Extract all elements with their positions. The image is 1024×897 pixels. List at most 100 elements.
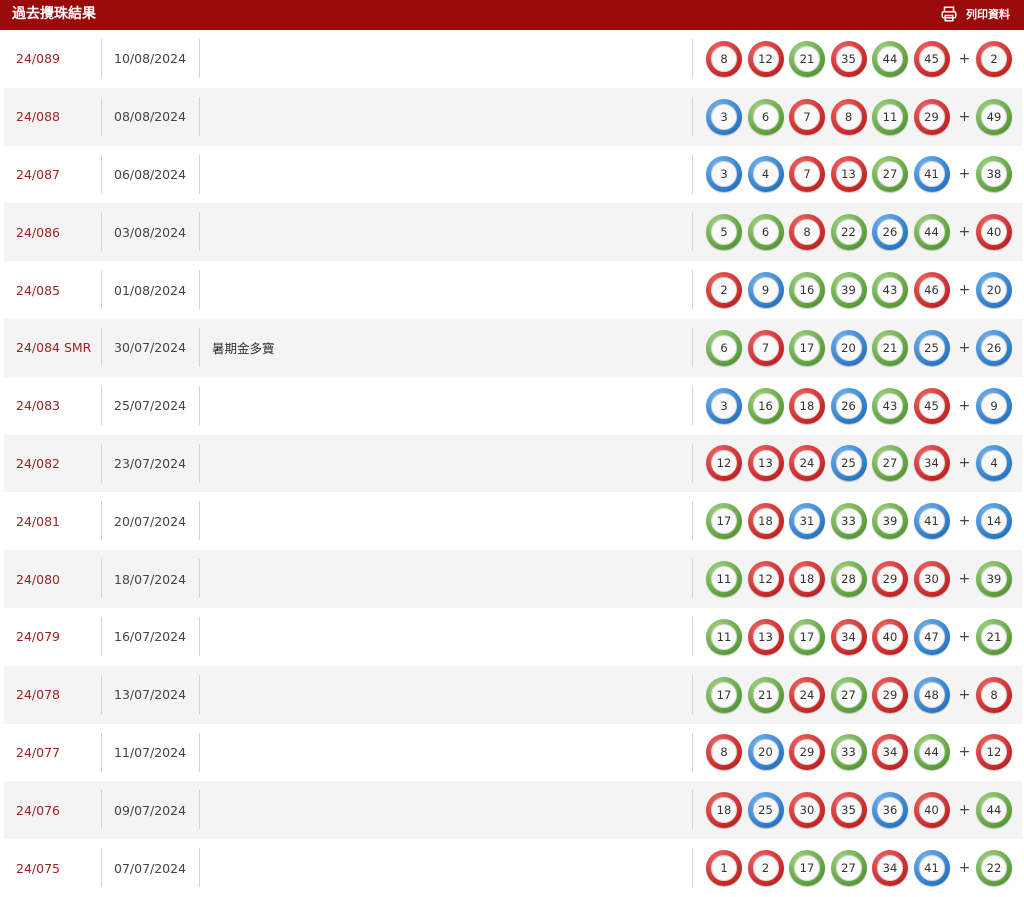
ball-number: 30: [799, 803, 815, 818]
column-divider: [199, 674, 200, 714]
ball-number: 12: [758, 51, 773, 66]
draw-number-link[interactable]: 24/075: [16, 839, 60, 897]
column-divider: [692, 616, 693, 656]
number-ball: 27: [830, 850, 867, 887]
ball-number: 29: [882, 687, 898, 702]
number-ball: 2: [747, 850, 784, 887]
draw-number-link[interactable]: 24/080: [16, 550, 60, 608]
result-row: 24/075 07/07/2024 1 2 17 27 34 41 +22: [4, 839, 1022, 897]
ball-number: 43: [882, 283, 898, 298]
draw-number-link[interactable]: 24/084 SMR: [16, 319, 91, 377]
ball-number: 27: [841, 861, 856, 876]
plus-sign: +: [958, 108, 971, 125]
column-divider: [101, 212, 102, 252]
number-ball: 45: [913, 387, 950, 424]
ball-number: 25: [841, 456, 856, 471]
number-ball: 16: [747, 387, 784, 424]
ball-number: 11: [716, 572, 732, 587]
number-ball: 21: [747, 676, 784, 713]
ball-number: 8: [803, 225, 811, 240]
number-ball: 25: [913, 329, 950, 366]
draw-number-link[interactable]: 24/077: [16, 724, 60, 782]
draw-number-link[interactable]: 24/082: [16, 435, 60, 493]
ball-number: 43: [882, 398, 898, 413]
number-ball: 17: [789, 618, 825, 655]
ball-number: 7: [761, 340, 770, 355]
draw-number-link[interactable]: 24/086: [16, 203, 60, 261]
winning-numbers: 3 16 18 26 43 45 +9: [706, 377, 1018, 435]
draw-number-link[interactable]: 24/079: [16, 608, 60, 666]
result-row: 24/085 01/08/2024 2 9 16 39 43 46 +20: [4, 261, 1022, 319]
ball-number: 17: [799, 629, 815, 644]
draw-date: 11/07/2024: [114, 744, 187, 760]
draw-number-link[interactable]: 24/078: [16, 666, 60, 724]
number-ball: 29: [872, 676, 908, 713]
ball-number: 40: [882, 629, 898, 644]
ball-number: 20: [986, 283, 1002, 298]
result-row: 24/078 13/07/2024 17 21 24 27 29 48 +8: [4, 665, 1022, 724]
column-divider: [692, 848, 693, 888]
ball-number: 27: [882, 167, 898, 182]
ball-number: 13: [758, 456, 773, 471]
number-ball: 28: [830, 561, 867, 598]
draw-date: 06/08/2024: [114, 166, 187, 182]
number-ball: 40: [872, 618, 908, 655]
column-divider: [199, 385, 200, 425]
ball-number: 34: [882, 745, 898, 760]
number-ball: 7: [789, 156, 825, 193]
number-ball: 34: [913, 445, 950, 482]
column-divider: [199, 212, 200, 252]
ball-number: 22: [986, 861, 1002, 876]
ball-number: 34: [841, 629, 856, 644]
ball-number: 40: [924, 803, 939, 818]
number-ball: 25: [747, 792, 784, 829]
ball-number: 31: [799, 514, 815, 529]
draw-number-link[interactable]: 24/089: [16, 30, 60, 88]
ball-number: 18: [799, 398, 815, 413]
extra-number-ball: 4: [976, 445, 1012, 482]
number-ball: 6: [747, 214, 784, 251]
ball-number: 20: [758, 745, 773, 760]
number-ball: 21: [789, 40, 825, 77]
draw-number-link[interactable]: 24/088: [16, 88, 60, 146]
ball-number: 22: [841, 225, 856, 240]
number-ball: 33: [830, 734, 867, 771]
result-row: 24/076 09/07/2024 18 25 30 35 36 40 +44: [4, 781, 1022, 840]
winning-numbers: 18 25 30 35 36 40 +44: [706, 781, 1018, 839]
ball-number: 45: [924, 51, 939, 66]
number-ball: 27: [872, 156, 908, 193]
draw-date: 20/07/2024: [114, 513, 187, 529]
number-ball: 18: [789, 387, 825, 424]
result-row: 24/088 08/08/2024 3 6 7 8 11 29 +49: [4, 87, 1022, 146]
ball-number: 17: [716, 514, 732, 529]
number-ball: 2: [706, 272, 742, 309]
number-ball: 41: [913, 503, 950, 540]
ball-number: 13: [758, 629, 773, 644]
draw-number-link[interactable]: 24/085: [16, 261, 60, 319]
result-row: 24/081 20/07/2024 17 18 31 33 39 41 +14: [4, 492, 1022, 550]
draw-number-link[interactable]: 24/076: [16, 781, 60, 839]
number-ball: 8: [830, 98, 867, 135]
ball-number: 35: [841, 51, 856, 66]
number-ball: 24: [789, 445, 825, 482]
result-row: 24/086 03/08/2024 5 6 8 22 26 44 +40: [4, 203, 1022, 262]
draw-number-link[interactable]: 24/087: [16, 146, 60, 204]
print-label: 列印資料: [966, 8, 1010, 21]
plus-sign: +: [958, 571, 971, 588]
ball-number: 12: [986, 745, 1002, 760]
number-ball: 45: [913, 40, 950, 77]
print-button[interactable]: 列印資料: [940, 0, 1010, 28]
ball-number: 26: [986, 340, 1002, 355]
draw-number-link[interactable]: 24/081: [16, 492, 60, 550]
column-divider: [101, 443, 102, 483]
ball-number: 27: [882, 456, 898, 471]
draw-number-link[interactable]: 24/083: [16, 377, 60, 435]
ball-number: 1: [720, 861, 728, 876]
ball-number: 3: [720, 167, 728, 182]
ball-number: 25: [924, 340, 939, 355]
extra-number-ball: 14: [976, 503, 1012, 540]
column-divider: [199, 443, 200, 483]
ball-number: 17: [716, 687, 732, 702]
ball-number: 27: [841, 687, 856, 702]
ball-number: 8: [990, 687, 998, 702]
